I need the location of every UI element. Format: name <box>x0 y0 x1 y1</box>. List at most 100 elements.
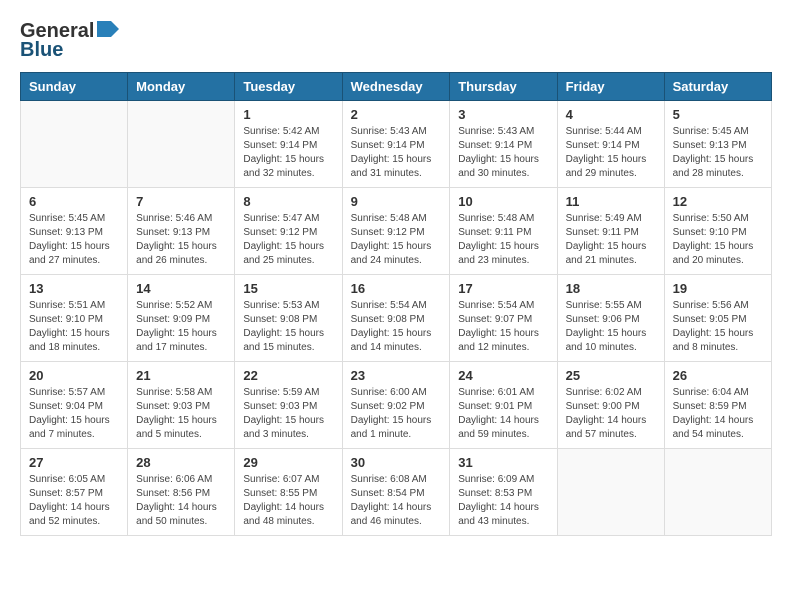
day-number: 18 <box>566 281 656 296</box>
day-info: Sunrise: 5:52 AM Sunset: 9:09 PM Dayligh… <box>136 299 226 355</box>
calendar-cell: 16 Sunrise: 5:54 AM Sunset: 9:08 PM Dayli… <box>342 275 450 362</box>
day-info: Sunrise: 5:49 AM Sunset: 9:11 PM Dayligh… <box>566 212 656 268</box>
calendar-cell: 9 Sunrise: 5:48 AM Sunset: 9:12 PM Daylig… <box>342 188 450 275</box>
day-number: 5 <box>673 107 763 122</box>
calendar-cell: 2 Sunrise: 5:43 AM Sunset: 9:14 PM Daylig… <box>342 101 450 188</box>
calendar-day-header: Tuesday <box>235 73 342 101</box>
calendar-cell: 18 Sunrise: 5:55 AM Sunset: 9:06 PM Dayli… <box>557 275 664 362</box>
calendar-cell: 19 Sunrise: 5:56 AM Sunset: 9:05 PM Dayli… <box>664 275 771 362</box>
calendar-week-row: 20 Sunrise: 5:57 AM Sunset: 9:04 PM Dayli… <box>21 362 772 449</box>
day-number: 4 <box>566 107 656 122</box>
day-info: Sunrise: 6:01 AM Sunset: 9:01 PM Dayligh… <box>458 386 548 442</box>
calendar-day-header: Saturday <box>664 73 771 101</box>
calendar-week-row: 6 Sunrise: 5:45 AM Sunset: 9:13 PM Daylig… <box>21 188 772 275</box>
day-info: Sunrise: 6:07 AM Sunset: 8:55 PM Dayligh… <box>243 473 333 529</box>
calendar-cell: 6 Sunrise: 5:45 AM Sunset: 9:13 PM Daylig… <box>21 188 128 275</box>
day-number: 30 <box>351 455 442 470</box>
day-info: Sunrise: 5:54 AM Sunset: 9:07 PM Dayligh… <box>458 299 548 355</box>
calendar-day-header: Wednesday <box>342 73 450 101</box>
day-number: 6 <box>29 194 119 209</box>
calendar-cell: 14 Sunrise: 5:52 AM Sunset: 9:09 PM Dayli… <box>128 275 235 362</box>
day-number: 13 <box>29 281 119 296</box>
calendar-cell: 5Sunrise: 5:45 AM Sunset: 9:13 PM Daylig… <box>664 101 771 188</box>
calendar-cell: 27 Sunrise: 6:05 AM Sunset: 8:57 PM Dayli… <box>21 449 128 536</box>
day-info: Sunrise: 6:02 AM Sunset: 9:00 PM Dayligh… <box>566 386 656 442</box>
calendar-cell: 20 Sunrise: 5:57 AM Sunset: 9:04 PM Dayli… <box>21 362 128 449</box>
calendar-cell: 11 Sunrise: 5:49 AM Sunset: 9:11 PM Dayli… <box>557 188 664 275</box>
day-number: 3 <box>458 107 548 122</box>
day-info: Sunrise: 6:08 AM Sunset: 8:54 PM Dayligh… <box>351 473 442 529</box>
calendar-cell <box>128 101 235 188</box>
calendar-cell: 23 Sunrise: 6:00 AM Sunset: 9:02 PM Dayli… <box>342 362 450 449</box>
calendar-cell: 4 Sunrise: 5:44 AM Sunset: 9:14 PM Daylig… <box>557 101 664 188</box>
day-info: Sunrise: 5:46 AM Sunset: 9:13 PM Dayligh… <box>136 212 226 268</box>
day-info: Sunrise: 6:00 AM Sunset: 9:02 PM Dayligh… <box>351 386 442 442</box>
calendar-cell: 1 Sunrise: 5:42 AM Sunset: 9:14 PM Daylig… <box>235 101 342 188</box>
day-number: 12 <box>673 194 763 209</box>
day-info: Sunrise: 5:42 AM Sunset: 9:14 PM Dayligh… <box>243 125 333 181</box>
logo: General Blue <box>20 20 119 62</box>
page-header: General Blue <box>20 20 772 62</box>
day-info: Sunrise: 5:48 AM Sunset: 9:12 PM Dayligh… <box>351 212 442 268</box>
logo-blue: Blue <box>20 39 63 62</box>
calendar-cell: 28Sunrise: 6:06 AM Sunset: 8:56 PM Dayli… <box>128 449 235 536</box>
calendar-cell: 24 Sunrise: 6:01 AM Sunset: 9:01 PM Dayli… <box>450 362 557 449</box>
day-info: Sunrise: 5:51 AM Sunset: 9:10 PM Dayligh… <box>29 299 119 355</box>
day-number: 8 <box>243 194 333 209</box>
day-info: Sunrise: 5:43 AM Sunset: 9:14 PM Dayligh… <box>351 125 442 181</box>
day-info: Sunrise: 5:55 AM Sunset: 9:06 PM Dayligh… <box>566 299 656 355</box>
day-number: 29 <box>243 455 333 470</box>
calendar-week-row: 1 Sunrise: 5:42 AM Sunset: 9:14 PM Daylig… <box>21 101 772 188</box>
calendar-cell: 26Sunrise: 6:04 AM Sunset: 8:59 PM Dayli… <box>664 362 771 449</box>
day-number: 25 <box>566 368 656 383</box>
calendar-cell <box>664 449 771 536</box>
day-number: 14 <box>136 281 226 296</box>
calendar-cell: 7Sunrise: 5:46 AM Sunset: 9:13 PM Daylig… <box>128 188 235 275</box>
day-info: Sunrise: 5:50 AM Sunset: 9:10 PM Dayligh… <box>673 212 763 268</box>
day-number: 24 <box>458 368 548 383</box>
calendar-cell <box>21 101 128 188</box>
day-info: Sunrise: 5:44 AM Sunset: 9:14 PM Dayligh… <box>566 125 656 181</box>
day-info: Sunrise: 5:59 AM Sunset: 9:03 PM Dayligh… <box>243 386 333 442</box>
day-number: 20 <box>29 368 119 383</box>
day-number: 15 <box>243 281 333 296</box>
day-info: Sunrise: 5:58 AM Sunset: 9:03 PM Dayligh… <box>136 386 226 442</box>
calendar-cell: 15 Sunrise: 5:53 AM Sunset: 9:08 PM Dayli… <box>235 275 342 362</box>
calendar-cell: 8 Sunrise: 5:47 AM Sunset: 9:12 PM Daylig… <box>235 188 342 275</box>
day-number: 17 <box>458 281 548 296</box>
calendar-cell: 25 Sunrise: 6:02 AM Sunset: 9:00 PM Dayli… <box>557 362 664 449</box>
day-info: Sunrise: 6:05 AM Sunset: 8:57 PM Dayligh… <box>29 473 119 529</box>
day-number: 11 <box>566 194 656 209</box>
day-info: Sunrise: 5:56 AM Sunset: 9:05 PM Dayligh… <box>673 299 763 355</box>
day-number: 23 <box>351 368 442 383</box>
day-number: 1 <box>243 107 333 122</box>
calendar-day-header: Friday <box>557 73 664 101</box>
calendar-day-header: Monday <box>128 73 235 101</box>
logo-arrow <box>97 21 119 42</box>
calendar-table: SundayMondayTuesdayWednesdayThursdayFrid… <box>20 72 772 536</box>
day-number: 2 <box>351 107 442 122</box>
calendar-cell <box>557 449 664 536</box>
day-info: Sunrise: 5:53 AM Sunset: 9:08 PM Dayligh… <box>243 299 333 355</box>
day-number: 31 <box>458 455 548 470</box>
day-info: Sunrise: 5:57 AM Sunset: 9:04 PM Dayligh… <box>29 386 119 442</box>
day-info: Sunrise: 5:43 AM Sunset: 9:14 PM Dayligh… <box>458 125 548 181</box>
day-info: Sunrise: 6:04 AM Sunset: 8:59 PM Dayligh… <box>673 386 763 442</box>
day-number: 27 <box>29 455 119 470</box>
day-number: 10 <box>458 194 548 209</box>
day-number: 22 <box>243 368 333 383</box>
day-info: Sunrise: 5:47 AM Sunset: 9:12 PM Dayligh… <box>243 212 333 268</box>
day-number: 21 <box>136 368 226 383</box>
calendar-cell: 13 Sunrise: 5:51 AM Sunset: 9:10 PM Dayli… <box>21 275 128 362</box>
calendar-day-header: Sunday <box>21 73 128 101</box>
day-number: 9 <box>351 194 442 209</box>
day-info: Sunrise: 5:54 AM Sunset: 9:08 PM Dayligh… <box>351 299 442 355</box>
calendar-day-header: Thursday <box>450 73 557 101</box>
calendar-cell: 30 Sunrise: 6:08 AM Sunset: 8:54 PM Dayli… <box>342 449 450 536</box>
day-number: 16 <box>351 281 442 296</box>
calendar-header-row: SundayMondayTuesdayWednesdayThursdayFrid… <box>21 73 772 101</box>
day-info: Sunrise: 5:48 AM Sunset: 9:11 PM Dayligh… <box>458 212 548 268</box>
day-number: 19 <box>673 281 763 296</box>
day-info: Sunrise: 5:45 AM Sunset: 9:13 PM Dayligh… <box>29 212 119 268</box>
calendar-cell: 17 Sunrise: 5:54 AM Sunset: 9:07 PM Dayli… <box>450 275 557 362</box>
